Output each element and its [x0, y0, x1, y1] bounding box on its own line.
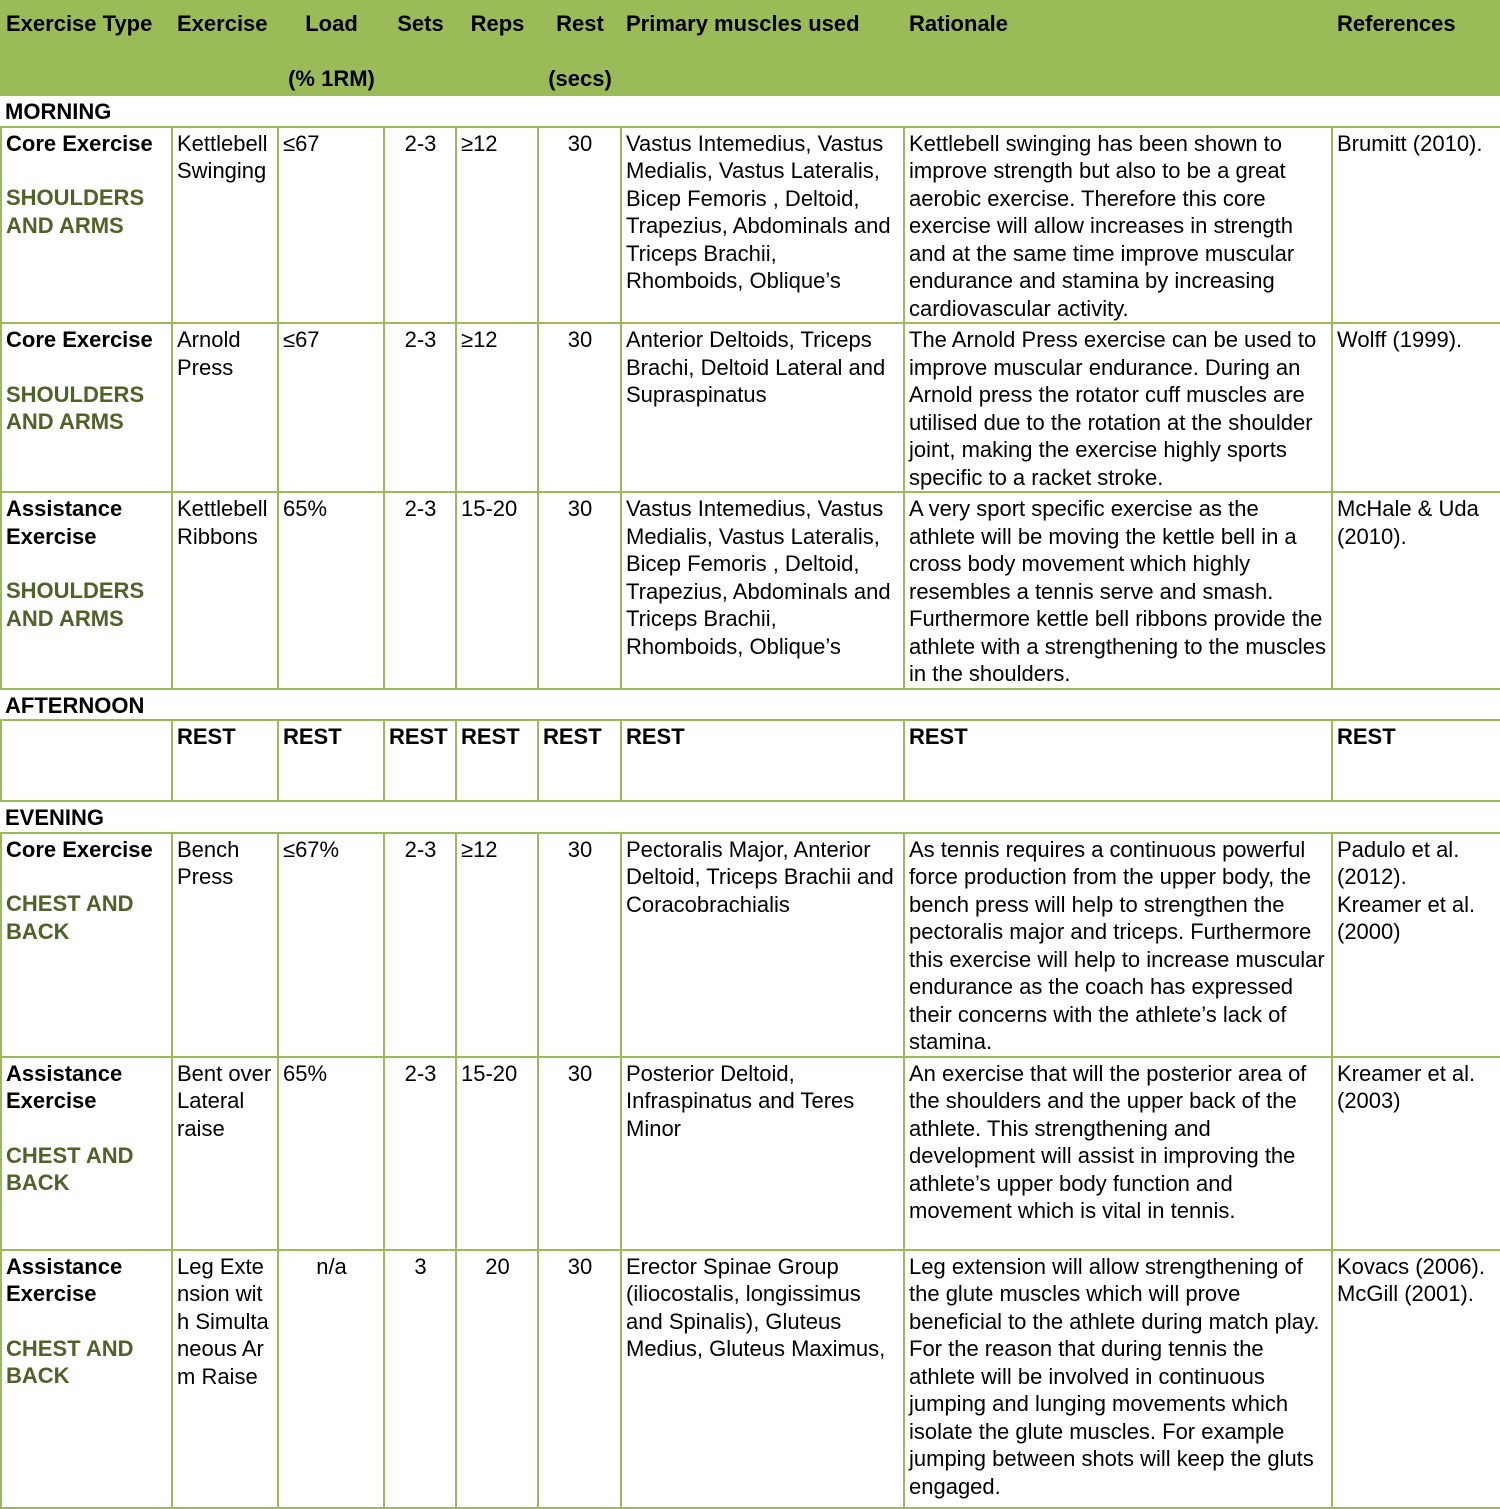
- exercise-type-cell: Core Exercise SHOULDERS AND ARMS: [0, 322, 173, 493]
- exercise-cell: Leg Extension with Simultaneous Arm Rais…: [171, 1248, 279, 1509]
- rationale-cell: Leg extension will allow strengthening o…: [903, 1248, 1333, 1509]
- exercise-type-cell: Assistance Exercise CHEST AND BACK: [0, 1055, 173, 1251]
- exercise-type-cell: Assistance Exercise CHEST AND BACK: [0, 1248, 173, 1509]
- table-row: Core Exercise SHOULDERS AND ARMS Kettlebe…: [0, 125, 1500, 324]
- rationale-cell: As tennis requires a continuous powerful…: [903, 831, 1333, 1058]
- load-cell: ≤67: [277, 322, 385, 493]
- section-evening: EVENING: [1, 800, 1500, 834]
- sets-cell: 2-3: [383, 125, 457, 324]
- rest-cell: REST: [537, 719, 622, 802]
- table-row: Assistance Exercise CHEST AND BACK Leg Ex…: [0, 1248, 1500, 1509]
- muscles-cell: Vastus Intemedius, Vastus Medialis, Vast…: [620, 491, 905, 690]
- rationale-cell: The Arnold Press exercise can be used to…: [903, 322, 1333, 493]
- sets-cell: 2-3: [383, 491, 457, 690]
- header-exercise: Exercise: [171, 0, 279, 96]
- reps-cell: ≥12: [455, 831, 539, 1058]
- muscles-cell: Posterior Deltoid, Infraspinatus and Ter…: [620, 1055, 905, 1251]
- table-row: Assistance Exercise CHEST AND BACK Bent o…: [0, 1055, 1500, 1251]
- load-cell: 65%: [277, 1055, 385, 1251]
- references-cell: Kreamer et al. (2003): [1331, 1055, 1500, 1251]
- rationale-cell: Kettlebell swinging has been shown to im…: [903, 125, 1333, 324]
- rest-cell: REST: [620, 719, 905, 802]
- muscles-cell: Anterior Deltoids, Triceps Brachi, Delto…: [620, 322, 905, 493]
- rest-cell: REST: [383, 719, 457, 802]
- references-cell: Kovacs (2006). McGill (2001).: [1331, 1248, 1500, 1509]
- exercise-cell: Kettlebell Ribbons: [171, 491, 279, 690]
- sets-cell: 2-3: [383, 831, 457, 1058]
- rest-cell: 30: [537, 491, 622, 690]
- header-muscles: Primary muscles used: [620, 0, 905, 96]
- references-cell: McHale & Uda (2010).: [1331, 491, 1500, 690]
- section-morning: MORNING: [1, 94, 1500, 128]
- load-cell: n/a: [277, 1248, 385, 1509]
- muscles-cell: Pectoralis Major, Anterior Deltoid, Tric…: [620, 831, 905, 1058]
- table-row: Assistance Exercise SHOULDERS AND ARMS Ke…: [0, 491, 1500, 690]
- reps-cell: ≥12: [455, 125, 539, 324]
- rest-row: REST REST REST REST REST REST REST REST: [0, 719, 1500, 802]
- section-afternoon: AFTERNOON: [1, 687, 1500, 721]
- header-row: Exercise Type Exercise Load (% 1RM) Sets …: [0, 0, 1500, 96]
- sets-cell: 2-3: [383, 322, 457, 493]
- rest-cell: REST: [171, 719, 279, 802]
- exercise-cell: Arnold Press: [171, 322, 279, 493]
- header-references: References: [1331, 0, 1500, 96]
- rest-cell: 30: [537, 1055, 622, 1251]
- section-label: MORNING: [1, 94, 1500, 128]
- rationale-cell: An exercise that will the posterior area…: [903, 1055, 1333, 1251]
- header-rationale: Rationale: [903, 0, 1333, 96]
- rest-cell: REST: [455, 719, 539, 802]
- rest-cell: 30: [537, 831, 622, 1058]
- empty-cell: [0, 719, 173, 802]
- references-cell: Wolff (1999).: [1331, 322, 1500, 493]
- reps-cell: 15-20: [455, 1055, 539, 1251]
- rest-cell: 30: [537, 1248, 622, 1509]
- sets-cell: 3: [383, 1248, 457, 1509]
- load-cell: ≤67%: [277, 831, 385, 1058]
- exercise-type-cell: Core Exercise CHEST AND BACK: [0, 831, 173, 1058]
- section-label: AFTERNOON: [1, 687, 1500, 721]
- exercise-cell: Bent over Lateral raise: [171, 1055, 279, 1251]
- rationale-cell: A very sport specific exercise as the at…: [903, 491, 1333, 690]
- exercise-cell: Kettlebell Swinging: [171, 125, 279, 324]
- table-row: Core Exercise CHEST AND BACK Bench Press …: [0, 831, 1500, 1058]
- reps-cell: ≥12: [455, 322, 539, 493]
- reps-cell: 20: [455, 1248, 539, 1509]
- rest-cell: REST: [1331, 719, 1500, 802]
- exercise-program-table: Exercise Type Exercise Load (% 1RM) Sets …: [0, 0, 1500, 1509]
- header-reps: Reps: [455, 0, 539, 96]
- rest-cell: 30: [537, 322, 622, 493]
- references-cell: Padulo et al. (2012). Kreamer et al. (20…: [1331, 831, 1500, 1058]
- header-load: Load (% 1RM): [277, 0, 385, 96]
- exercise-type-cell: Core Exercise SHOULDERS AND ARMS: [0, 125, 173, 324]
- exercise-type-cell: Assistance Exercise SHOULDERS AND ARMS: [0, 491, 173, 690]
- header-exercise-type: Exercise Type: [0, 0, 173, 96]
- load-cell: 65%: [277, 491, 385, 690]
- reps-cell: 15-20: [455, 491, 539, 690]
- table-row: Core Exercise SHOULDERS AND ARMS Arnold P…: [0, 322, 1500, 493]
- sets-cell: 2-3: [383, 1055, 457, 1251]
- exercise-cell: Bench Press: [171, 831, 279, 1058]
- load-cell: ≤67: [277, 125, 385, 324]
- muscles-cell: Erector Spinae Group (iliocostalis, long…: [620, 1248, 905, 1509]
- references-cell: Brumitt (2010).: [1331, 125, 1500, 324]
- header-rest: Rest (secs): [537, 0, 622, 96]
- rest-cell: REST: [903, 719, 1333, 802]
- rest-cell: 30: [537, 125, 622, 324]
- section-label: EVENING: [1, 800, 1500, 834]
- rest-cell: REST: [277, 719, 385, 802]
- muscles-cell: Vastus Intemedius, Vastus Medialis, Vast…: [620, 125, 905, 324]
- header-sets: Sets: [383, 0, 457, 96]
